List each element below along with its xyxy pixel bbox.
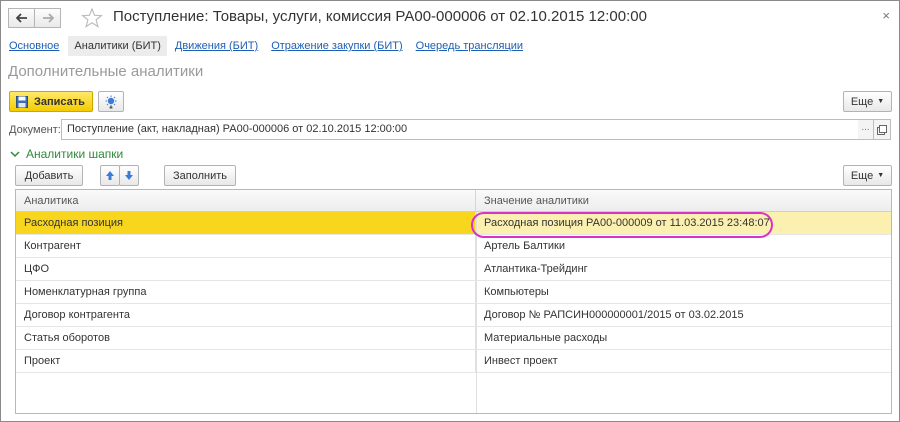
cell-value[interactable]: Расходная позиция РА00-000009 от 11.03.2…: [476, 212, 891, 234]
forward-button[interactable]: [34, 8, 61, 28]
close-icon[interactable]: ×: [882, 8, 890, 23]
cell-value[interactable]: Компьютеры: [476, 281, 891, 303]
section-title: Дополнительные аналитики: [8, 63, 204, 80]
arrow-up-icon: [106, 171, 114, 180]
document-field[interactable]: Поступление (акт, накладная) РА00-000006…: [61, 119, 859, 140]
tab-analytics[interactable]: Аналитики (БИТ): [68, 36, 167, 56]
arrow-left-icon: [15, 13, 27, 23]
cell-value[interactable]: Материальные расходы: [476, 327, 891, 349]
window-title: Поступление: Товары, услуги, комиссия РА…: [113, 8, 647, 25]
cell-analytics: Статья оборотов: [16, 327, 476, 349]
cell-value[interactable]: Инвест проект: [476, 350, 891, 372]
table-row[interactable]: Контрагент Артель Балтики: [16, 235, 891, 258]
document-label: Документ:: [9, 124, 61, 136]
table-row[interactable]: Статья оборотов Материальные расходы: [16, 327, 891, 350]
caret-down-icon: ▼: [877, 172, 885, 179]
column-header-analytics[interactable]: Аналитика: [16, 190, 476, 211]
table-row[interactable]: Расходная позиция Расходная позиция РА00…: [16, 212, 891, 235]
tab-main[interactable]: Основное: [9, 40, 59, 52]
tab-translation-queue[interactable]: Очередь трансляции: [416, 40, 523, 52]
cell-value[interactable]: Атлантика-Трейдинг: [476, 258, 891, 280]
table-more-label: Еще: [850, 169, 874, 182]
back-button[interactable]: [8, 8, 35, 28]
cell-analytics: Договор контрагента: [16, 304, 476, 326]
tab-purchase-reflection[interactable]: Отражение закупки (БИТ): [271, 40, 402, 52]
column-header-value[interactable]: Значение аналитики: [476, 190, 891, 211]
arrow-down-icon: [125, 171, 133, 180]
cell-analytics: Контрагент: [16, 235, 476, 257]
table-row[interactable]: Договор контрагента Договор № РАПСИН0000…: [16, 304, 891, 327]
add-button[interactable]: Добавить: [15, 165, 83, 186]
more-button[interactable]: Еще ▼: [843, 91, 892, 112]
document-select-button[interactable]: ...: [858, 119, 874, 140]
group-title: Аналитики шапки: [26, 147, 124, 161]
caret-down-icon: ▼: [877, 98, 885, 105]
lightbulb-icon: [105, 95, 117, 108]
cell-analytics: Номенклатурная группа: [16, 281, 476, 303]
move-up-button[interactable]: [100, 165, 120, 186]
favorite-star-icon[interactable]: [80, 7, 104, 29]
cell-value[interactable]: Артель Балтики: [476, 235, 891, 257]
cell-analytics: ЦФО: [16, 258, 476, 280]
table-more-button[interactable]: Еще ▼: [843, 165, 892, 186]
more-button-label: Еще: [850, 95, 874, 108]
group-header[interactable]: Аналитики шапки: [10, 147, 123, 161]
move-down-button[interactable]: [119, 165, 139, 186]
floppy-disk-icon: [16, 95, 28, 108]
nav-buttons: [8, 8, 61, 28]
cell-analytics: Расходная позиция: [16, 212, 476, 234]
analytics-table[interactable]: Аналитика Значение аналитики Расходная п…: [15, 189, 892, 414]
cell-value[interactable]: Договор № РАПСИН000000001/2015 от 03.02.…: [476, 304, 891, 326]
fill-button[interactable]: Заполнить: [164, 165, 236, 186]
save-button[interactable]: Записать: [9, 91, 93, 112]
table-row[interactable]: Номенклатурная группа Компьютеры: [16, 281, 891, 304]
document-open-button[interactable]: [874, 119, 891, 140]
tab-bar: Основное Аналитики (БИТ) Движения (БИТ) …: [9, 35, 536, 57]
save-button-label: Записать: [34, 95, 85, 108]
table-row[interactable]: ЦФО Атлантика-Трейдинг: [16, 258, 891, 281]
open-window-icon: [877, 124, 887, 135]
arrow-right-icon: [42, 13, 54, 23]
tab-movements[interactable]: Движения (БИТ): [175, 40, 258, 52]
table-header: Аналитика Значение аналитики: [16, 190, 891, 212]
cell-analytics: Проект: [16, 350, 476, 372]
chevron-down-icon: [10, 150, 20, 157]
column-divider: [476, 212, 477, 413]
table-row[interactable]: Проект Инвест проект: [16, 350, 891, 373]
document-form-window: Поступление: Товары, услуги, комиссия РА…: [0, 0, 900, 422]
bulb-button[interactable]: [98, 91, 124, 112]
